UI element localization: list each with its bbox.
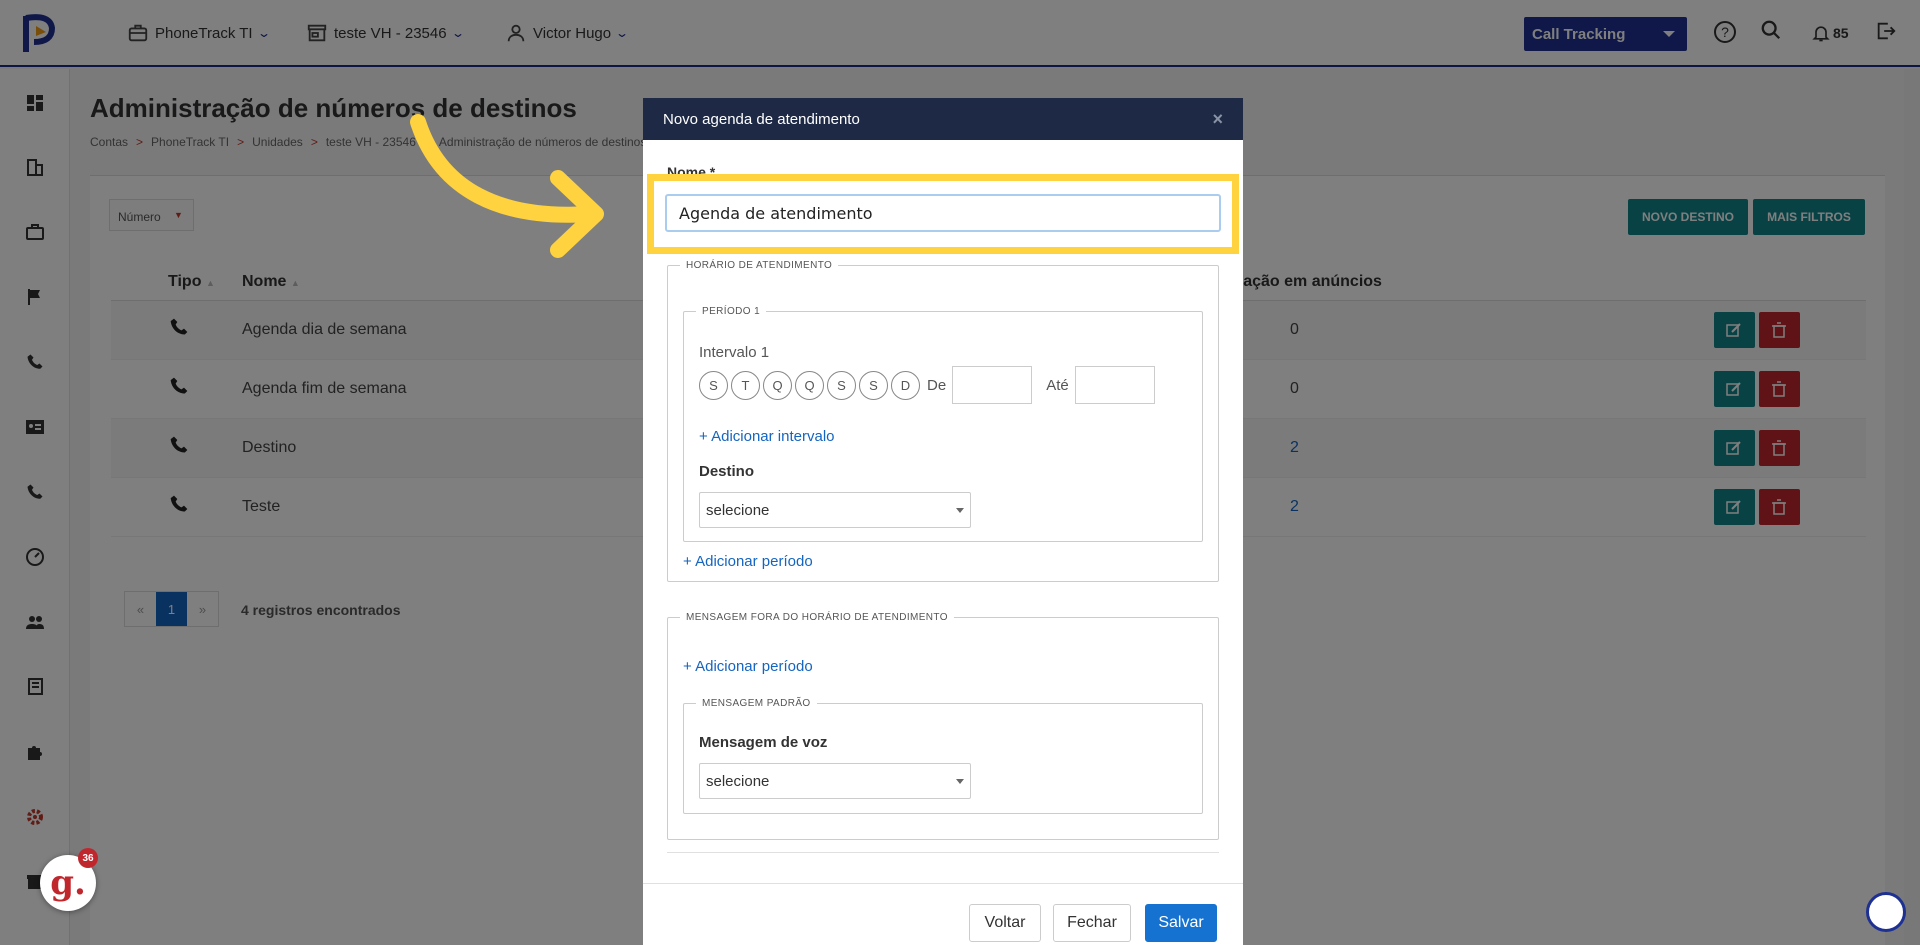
voice-message-select-value: selecione <box>706 773 770 790</box>
to-label: Até <box>1046 376 1069 394</box>
destination-label: Destino <box>699 463 755 480</box>
interval-label: Intervalo 1 <box>699 344 770 361</box>
close-button[interactable]: Fechar <box>1053 904 1131 942</box>
modal-header: Novo agenda de atendimento × <box>643 98 1243 140</box>
save-button[interactable]: Salvar <box>1145 904 1217 942</box>
tutorial-arrow-icon <box>410 114 604 258</box>
day-toggle-s[interactable]: S <box>699 370 728 400</box>
divider <box>667 852 1219 853</box>
day-toggle-q[interactable]: Q <box>763 370 792 400</box>
add-interval-link[interactable]: + Adicionar intervalo <box>699 428 835 445</box>
modal-title: Novo agenda de atendimento <box>663 111 860 128</box>
day-toggle-s2[interactable]: S <box>827 370 856 400</box>
destination-select-value: selecione <box>706 502 770 519</box>
interval-row: S T Q Q S S D De Até <box>699 366 1155 404</box>
schedule-legend: HORÁRIO DE ATENDIMENTO <box>686 260 833 271</box>
default-message-legend: MENSAGEM PADRÃO <box>702 698 811 709</box>
add-period-link[interactable]: + Adicionar período <box>683 553 813 570</box>
voice-message-select[interactable]: selecione <box>699 763 971 799</box>
offhours-legend: MENSAGEM FORA DO HORÁRIO DE ATENDIMENTO <box>686 612 948 623</box>
caret-down-icon <box>956 779 964 784</box>
to-time-input[interactable] <box>1074 366 1155 404</box>
from-label: De <box>927 376 947 394</box>
guide-widget-letter: g. <box>50 863 86 903</box>
day-toggle-d[interactable]: D <box>891 370 920 400</box>
caret-down-icon <box>956 508 964 513</box>
day-toggle-q2[interactable]: Q <box>795 370 824 400</box>
period-legend: PERÍODO 1 <box>702 306 761 317</box>
voice-message-label: Mensagem de voz <box>699 734 828 751</box>
modal-footer: Voltar Fechar Salvar <box>643 883 1243 945</box>
close-icon[interactable]: × <box>1212 109 1223 130</box>
destination-select[interactable]: selecione <box>699 492 971 528</box>
from-time-input[interactable] <box>952 366 1033 404</box>
day-toggle-s3[interactable]: S <box>859 370 888 400</box>
chat-widget-button[interactable] <box>1866 892 1906 932</box>
back-button[interactable]: Voltar <box>969 904 1041 942</box>
add-period-link-2[interactable]: + Adicionar período <box>683 658 813 675</box>
day-toggle-t[interactable]: T <box>731 370 760 400</box>
tutorial-highlight <box>647 174 1239 254</box>
guide-widget-count: 36 <box>78 848 98 868</box>
